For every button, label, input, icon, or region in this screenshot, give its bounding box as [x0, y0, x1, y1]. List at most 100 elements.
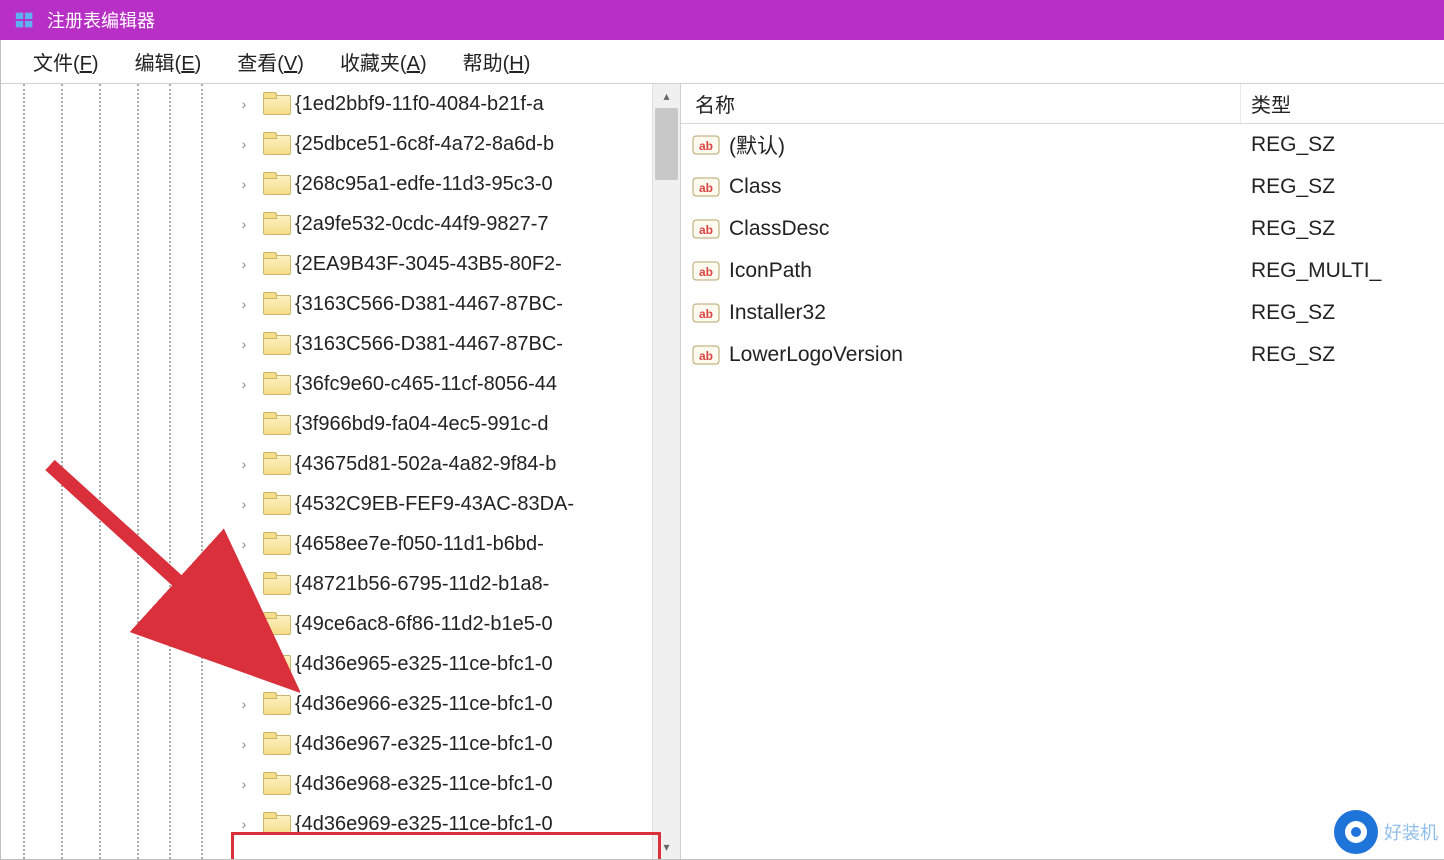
folder-icon	[263, 133, 289, 155]
chevron-right-icon[interactable]: ›	[233, 96, 255, 112]
chevron-right-icon[interactable]: ›	[233, 536, 255, 552]
tree-item-label: {3163C566-D381-4467-87BC-	[295, 293, 563, 316]
tree-item[interactable]: ›{4658ee7e-f050-11d1-b6bd-	[1, 524, 680, 564]
folder-icon	[263, 813, 289, 835]
watermark-logo-icon	[1334, 810, 1378, 854]
tree-item[interactable]: › {43675d81-502a-4a82-9f84-b	[1, 444, 680, 484]
folder-icon	[263, 533, 289, 555]
tree-item[interactable]: › {25dbce51-6c8f-4a72-8a6d-b	[1, 124, 680, 164]
chevron-right-icon[interactable]: ›	[233, 376, 255, 392]
tree-item[interactable]: › {2a9fe532-0cdc-44f9-9827-7	[1, 204, 680, 244]
folder-icon	[263, 653, 289, 675]
chevron-right-icon[interactable]: ›	[233, 336, 255, 352]
menu-view[interactable]: 查看(V)	[219, 41, 322, 82]
tree-item[interactable]: ›{2EA9B43F-3045-43B5-80F2-	[1, 244, 680, 284]
tree-item-label: {4d36e968-e325-11ce-bfc1-0	[295, 773, 553, 796]
value-row[interactable]: ab ClassDesc REG_SZ	[681, 208, 1444, 250]
tree-item-label: {48721b56-6795-11d2-b1a8-	[295, 573, 549, 596]
menu-edit[interactable]: 编辑(E)	[117, 41, 220, 82]
chevron-right-icon[interactable]: ›	[233, 696, 255, 712]
chevron-right-icon[interactable]: ›	[233, 496, 255, 512]
menu-favorites[interactable]: 收藏夹(A)	[322, 41, 445, 82]
value-row[interactable]: abLowerLogoVersionREG_SZ	[681, 334, 1444, 376]
svg-text:ab: ab	[699, 181, 713, 195]
scroll-thumb[interactable]	[655, 108, 678, 180]
chevron-right-icon[interactable]: ›	[233, 576, 255, 592]
value-row[interactable]: abInstaller32REG_SZ	[681, 292, 1444, 334]
tree-item-label: {25dbce51-6c8f-4a72-8a6d-b	[295, 133, 554, 156]
tree-item-label: {4d36e965-e325-11ce-bfc1-0	[295, 653, 553, 676]
tree-item[interactable]: › {36fc9e60-c465-11cf-8056-44	[1, 364, 680, 404]
menubar: 文件(F) 编辑(E) 查看(V) 收藏夹(A) 帮助(H)	[0, 40, 1444, 84]
tree-item-label: {268c95a1-edfe-11d3-95c3-0	[295, 173, 553, 196]
tree-item-label: {3f966bd9-fa04-4ec5-991c-d	[295, 413, 549, 436]
value-name: LowerLogoVersion	[729, 343, 903, 367]
menu-file[interactable]: 文件(F)	[15, 41, 117, 82]
tree-item[interactable]: › {3163C566-D381-4467-87BC-	[1, 324, 680, 364]
tree-item[interactable]: › {4d36e968-e325-11ce-bfc1-0	[1, 764, 680, 804]
tree-item[interactable]: › {4532C9EB-FEF9-43AC-83DA-	[1, 484, 680, 524]
tree-item[interactable]: › {48721b56-6795-11d2-b1a8-	[1, 564, 680, 604]
tree-item-label: {4532C9EB-FEF9-43AC-83DA-	[295, 493, 574, 516]
chevron-right-icon[interactable]: ›	[233, 616, 255, 632]
folder-icon	[263, 293, 289, 315]
values-pane: 名称 类型 ab(默认)REG_SZabClassREG_SZabClassDe…	[681, 84, 1444, 859]
tree-item-label: {4d36e967-e325-11ce-bfc1-0	[295, 733, 553, 756]
value-row[interactable]: ab(默认)REG_SZ	[681, 124, 1444, 166]
string-value-icon: ab	[691, 132, 721, 158]
chevron-right-icon[interactable]: ›	[233, 256, 255, 272]
chevron-right-icon[interactable]: ›	[233, 216, 255, 232]
folder-icon	[263, 773, 289, 795]
column-header-type[interactable]: 类型	[1241, 89, 1444, 118]
titlebar: 注册表编辑器	[0, 0, 1444, 40]
menu-help[interactable]: 帮助(H)	[445, 41, 549, 82]
chevron-right-icon[interactable]: ›	[233, 656, 255, 672]
chevron-right-icon[interactable]: ›	[233, 736, 255, 752]
value-row[interactable]: abIconPathREG_MULTI_	[681, 250, 1444, 292]
tree-item[interactable]: ›{1ed2bbf9-11f0-4084-b21f-a	[1, 84, 680, 124]
folder-icon	[263, 413, 289, 435]
folder-icon	[263, 573, 289, 595]
regedit-icon	[13, 8, 37, 32]
chevron-right-icon[interactable]: ›	[233, 776, 255, 792]
values-header: 名称 类型	[681, 84, 1444, 124]
chevron-right-icon[interactable]: ›	[233, 816, 255, 832]
scroll-track[interactable]	[653, 108, 680, 835]
tree-item-label: {2a9fe532-0cdc-44f9-9827-7	[295, 213, 549, 236]
tree-item[interactable]: ›{49ce6ac8-6f86-11d2-b1e5-0	[1, 604, 680, 644]
watermark: 好装机	[1334, 810, 1438, 854]
folder-icon	[263, 253, 289, 275]
folder-icon	[263, 493, 289, 515]
tree-item[interactable]: › {4d36e965-e325-11ce-bfc1-0	[1, 644, 680, 684]
tree-item[interactable]: {3f966bd9-fa04-4ec5-991c-d	[1, 404, 680, 444]
tree-scrollbar[interactable]: ▴ ▾	[652, 84, 680, 859]
scroll-up-icon[interactable]: ▴	[653, 84, 680, 108]
value-type: REG_SZ	[1241, 217, 1444, 241]
tree-item-label: {4d36e969-e325-11ce-bfc1-0	[295, 813, 553, 836]
tree-item[interactable]: › {4d36e969-e325-11ce-bfc1-0	[1, 804, 680, 844]
tree-item[interactable]: ›{4d36e966-e325-11ce-bfc1-0	[1, 684, 680, 724]
string-value-icon: ab	[691, 300, 721, 326]
tree-item-label: {43675d81-502a-4a82-9f84-b	[295, 453, 556, 476]
tree-item[interactable]: › {3163C566-D381-4467-87BC-	[1, 284, 680, 324]
tree-item-label: {3163C566-D381-4467-87BC-	[295, 333, 563, 356]
tree-item[interactable]: › {268c95a1-edfe-11d3-95c3-0	[1, 164, 680, 204]
value-name: IconPath	[729, 259, 812, 283]
value-row[interactable]: abClassREG_SZ	[681, 166, 1444, 208]
value-type: REG_MULTI_	[1241, 259, 1444, 283]
chevron-right-icon[interactable]: ›	[233, 456, 255, 472]
scroll-down-icon[interactable]: ▾	[653, 835, 680, 859]
svg-text:ab: ab	[699, 349, 713, 363]
folder-icon	[263, 453, 289, 475]
value-name: ClassDesc	[729, 217, 829, 241]
folder-icon	[263, 93, 289, 115]
chevron-right-icon[interactable]: ›	[233, 136, 255, 152]
chevron-right-icon[interactable]: ›	[233, 176, 255, 192]
value-name: Installer32	[729, 301, 826, 325]
chevron-right-icon[interactable]: ›	[233, 296, 255, 312]
svg-text:ab: ab	[699, 307, 713, 321]
tree-item[interactable]: › {4d36e967-e325-11ce-bfc1-0	[1, 724, 680, 764]
column-header-name[interactable]: 名称	[681, 84, 1241, 123]
svg-text:ab: ab	[699, 223, 713, 237]
tree-item-label: {36fc9e60-c465-11cf-8056-44	[295, 373, 557, 396]
